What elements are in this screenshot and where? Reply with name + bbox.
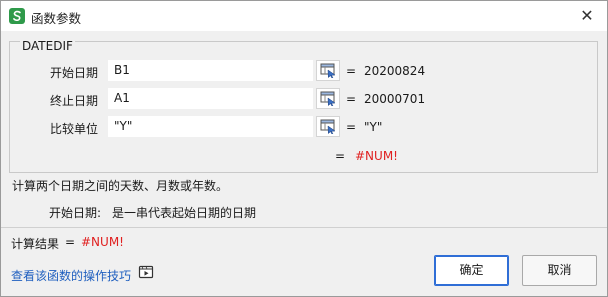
video-tutorial-icon[interactable] <box>138 264 154 280</box>
range-picker-button-start-date[interactable] <box>316 60 340 81</box>
arguments-group: DATEDIF 开始日期 B1 = 20200824 终止日期 A1 = 200… <box>9 39 598 173</box>
function-arguments-dialog: 函数参数 ✕ DATEDIF 开始日期 B1 = 20200824 终止日期 A… <box>0 0 608 297</box>
arg-input-end-date[interactable]: A1 <box>108 88 313 109</box>
ok-button[interactable]: 确定 <box>434 255 509 286</box>
result-equals: = <box>335 149 346 163</box>
function-name-legend: DATEDIF <box>20 39 75 53</box>
calc-result-equals: = <box>65 235 76 249</box>
range-picker-button-unit[interactable] <box>316 116 340 137</box>
title-bar[interactable]: 函数参数 ✕ <box>1 1 607 31</box>
range-picker-button-end-date[interactable] <box>316 88 340 109</box>
arg-value-end-date: 20000701 <box>364 92 426 106</box>
arg-equals-end-date: = <box>346 92 357 106</box>
arg-label-start-date: 开始日期 <box>50 66 99 80</box>
cancel-button[interactable]: 取消 <box>522 255 597 286</box>
calc-result-label: 计算结果 <box>11 237 60 251</box>
arg-label-end-date: 终止日期 <box>50 94 99 108</box>
arg-input-unit[interactable]: "Y" <box>108 116 313 137</box>
calc-result-value: #NUM! <box>81 235 124 249</box>
divider <box>1 227 607 228</box>
formula-result-value: #NUM! <box>355 149 398 163</box>
arg-equals-start-date: = <box>346 64 357 78</box>
param-help-name: 开始日期: <box>49 206 102 220</box>
spreadsheet-app-icon <box>9 8 25 24</box>
arg-label-unit: 比较单位 <box>50 122 99 136</box>
range-select-icon <box>320 63 336 78</box>
arg-equals-unit: = <box>346 120 357 134</box>
param-help-text: 是一串代表起始日期的日期 <box>112 206 257 220</box>
arg-input-start-date[interactable]: B1 <box>108 60 313 81</box>
function-tips-link[interactable]: 查看该函数的操作技巧 <box>11 267 131 284</box>
function-description: 计算两个日期之间的天数、月数或年数。 <box>12 179 229 193</box>
dialog-body: DATEDIF 开始日期 B1 = 20200824 终止日期 A1 = 200… <box>1 31 607 296</box>
range-select-icon <box>320 119 336 134</box>
close-icon[interactable]: ✕ <box>577 6 597 26</box>
arg-value-start-date: 20200824 <box>364 64 426 78</box>
dialog-title: 函数参数 <box>31 11 82 26</box>
arg-value-unit: "Y" <box>364 120 383 134</box>
range-select-icon <box>320 91 336 106</box>
